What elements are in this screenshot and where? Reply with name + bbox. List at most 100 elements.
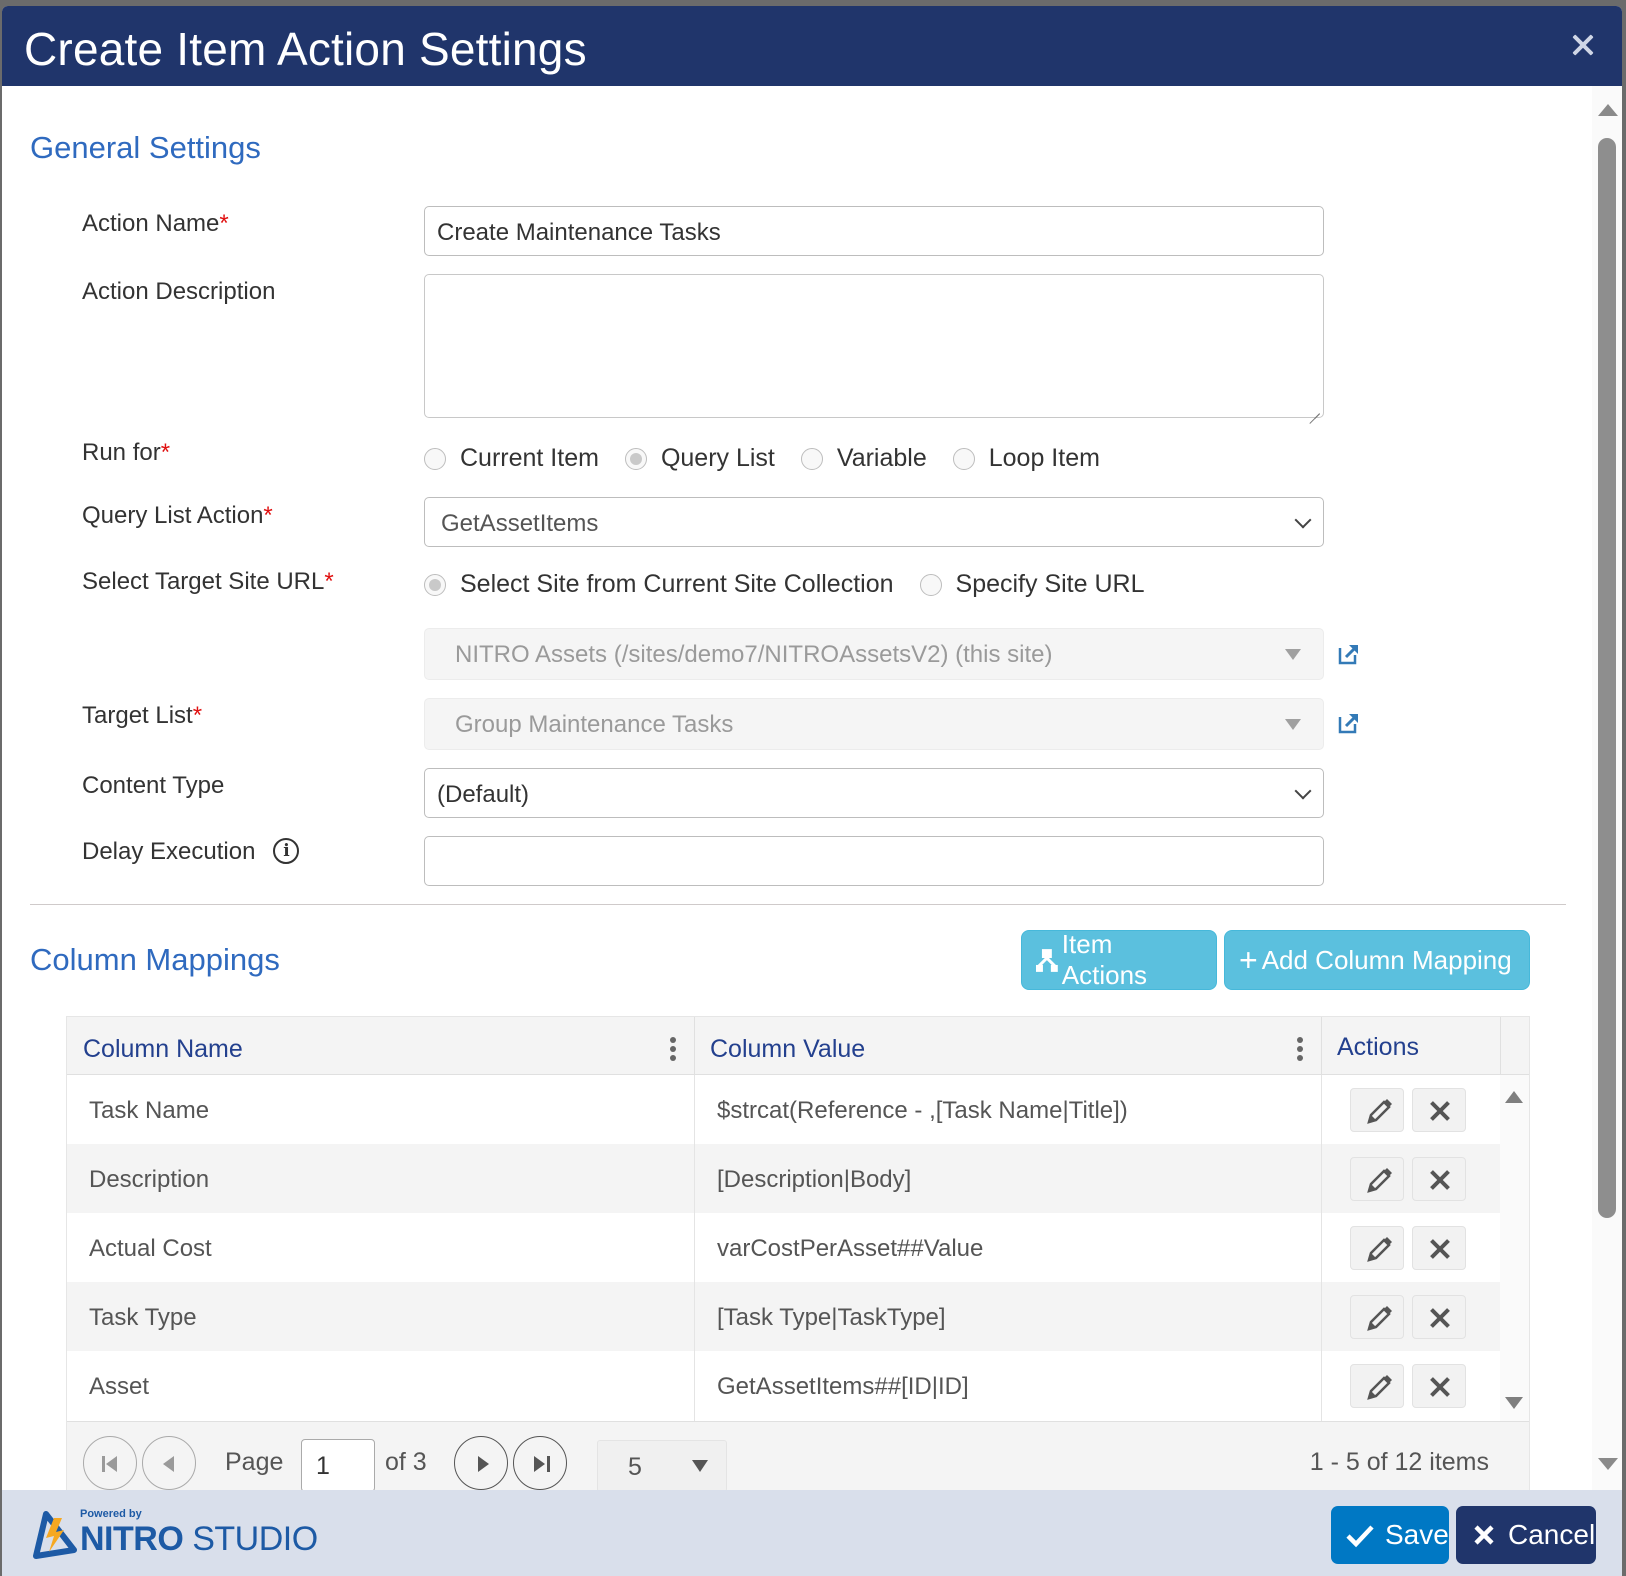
first-page-button[interactable] <box>83 1436 137 1490</box>
delay-execution-input[interactable] <box>424 836 1324 886</box>
radio-current-item[interactable]: Current Item <box>424 444 599 473</box>
page-number-value: 1 <box>316 1452 330 1480</box>
radio-query-list[interactable]: Query List <box>624 444 775 473</box>
item-actions-button[interactable]: Item Actions <box>1021 929 1217 990</box>
scroll-up-arrow-icon[interactable] <box>1598 104 1618 116</box>
pencil-icon <box>1367 1237 1392 1262</box>
scrollbar-thumb[interactable] <box>1598 138 1616 1218</box>
dialog-scrollbar[interactable] <box>1592 86 1622 1490</box>
save-button[interactable]: Save <box>1331 1506 1449 1564</box>
radio-label: Current Item <box>460 444 599 472</box>
column-divider <box>694 1075 695 1421</box>
radio-button[interactable] <box>919 573 942 596</box>
target-site-select[interactable]: NITRO Assets (/sites/demo7/NITROAssetsV2… <box>424 628 1324 680</box>
query-list-action-select[interactable]: GetAssetItems <box>424 497 1324 547</box>
scroll-down-arrow-icon[interactable] <box>1505 1397 1523 1409</box>
target-list-select[interactable]: Group Maintenance Tasks <box>424 698 1324 750</box>
edit-button[interactable] <box>1350 1226 1404 1270</box>
delete-button[interactable] <box>1412 1364 1466 1408</box>
edit-button[interactable] <box>1350 1295 1404 1339</box>
general-settings-heading: General Settings <box>30 130 261 165</box>
page-number-input[interactable]: 1 <box>301 1439 375 1492</box>
required-marker: * <box>219 210 229 237</box>
radio-button-checked[interactable] <box>424 573 446 596</box>
grid-scrollbar[interactable] <box>1500 1075 1529 1421</box>
brand-name: NITRO STUDIO <box>80 1520 318 1559</box>
radio-loop-item[interactable]: Loop Item <box>952 444 1100 473</box>
radio-button[interactable] <box>952 447 975 470</box>
radio-button[interactable] <box>800 447 823 470</box>
cancel-button[interactable]: Cancel <box>1456 1506 1596 1564</box>
column-divider <box>1321 1075 1322 1421</box>
column-header-value[interactable]: Column Value <box>710 1017 865 1075</box>
previous-page-icon <box>163 1456 174 1472</box>
chevron-down-icon <box>1294 511 1312 529</box>
radio-current-site-collection[interactable]: Select Site from Current Site Collection <box>424 570 894 599</box>
cancel-label: Cancel <box>1508 1519 1596 1550</box>
grid-header: Column Name Column Value Actions <box>67 1017 1529 1075</box>
action-name-input[interactable]: Create Maintenance Tasks <box>424 206 1324 256</box>
page-size-value: 5 <box>628 1453 642 1481</box>
cell-column-value: [Task Type|TaskType] <box>717 1304 946 1331</box>
page-size-select[interactable]: 5 <box>597 1440 727 1492</box>
target-site-radio-group: Select Site from Current Site Collection… <box>424 570 1170 599</box>
delete-button[interactable] <box>1412 1088 1466 1132</box>
cancel-x-icon <box>1474 1525 1494 1545</box>
resize-grip-icon[interactable] <box>1308 402 1320 414</box>
table-row: Description [Description|Body] <box>67 1144 1500 1213</box>
query-list-action-label: Query List Action* <box>82 502 273 530</box>
content-type-label: Content Type <box>82 772 225 799</box>
required-marker: * <box>160 439 171 466</box>
column-divider[interactable] <box>694 1017 695 1075</box>
target-site-url-label-text: Select Target Site URL <box>82 568 325 595</box>
cell-column-name: Description <box>89 1166 210 1193</box>
target-list-label: Target List* <box>82 702 202 730</box>
delete-button[interactable] <box>1412 1295 1466 1339</box>
caret-down-icon <box>1285 719 1301 730</box>
column-menu-icon[interactable] <box>1297 1037 1303 1063</box>
page-label: Page <box>225 1448 284 1476</box>
column-header-name[interactable]: Column Name <box>83 1017 243 1075</box>
radio-label: Loop Item <box>988 444 1100 472</box>
next-page-button[interactable] <box>454 1436 508 1490</box>
powered-by-text: Powered by <box>80 1508 142 1520</box>
scroll-down-arrow-icon[interactable] <box>1598 1458 1618 1470</box>
pencil-icon <box>1367 1375 1392 1400</box>
delete-button[interactable] <box>1412 1157 1466 1201</box>
column-divider <box>1500 1017 1501 1075</box>
radio-button-checked[interactable] <box>624 447 647 470</box>
delete-button[interactable] <box>1412 1226 1466 1270</box>
info-icon[interactable]: i <box>273 837 300 864</box>
edit-button[interactable] <box>1350 1364 1404 1408</box>
content-type-select[interactable]: (Default) <box>424 768 1324 818</box>
scroll-up-arrow-icon[interactable] <box>1505 1091 1523 1103</box>
open-external-link-icon[interactable] <box>1338 712 1360 734</box>
column-header-actions: Actions <box>1337 1033 1419 1061</box>
add-column-mapping-button[interactable]: + Add Column Mapping <box>1224 930 1530 990</box>
column-menu-icon[interactable] <box>670 1037 676 1063</box>
required-marker: * <box>324 568 334 595</box>
previous-page-button[interactable] <box>142 1436 196 1490</box>
items-count: 1 - 5 of 12 items <box>1309 1448 1489 1476</box>
delete-x-icon <box>1430 1377 1450 1397</box>
table-row: Asset GetAssetItems##[ID|ID] <box>67 1351 1500 1420</box>
table-row: Actual Cost varCostPerAsset##Value <box>67 1213 1500 1282</box>
delete-x-icon <box>1430 1239 1450 1259</box>
brand-light: STUDIO <box>192 1520 318 1558</box>
open-external-link-icon[interactable] <box>1338 643 1360 665</box>
last-page-button[interactable] <box>513 1436 567 1490</box>
edit-button[interactable] <box>1350 1088 1404 1132</box>
radio-label: Query List <box>660 444 775 472</box>
run-for-label: Run for* <box>82 439 170 467</box>
radio-specify-site-url[interactable]: Specify Site URL <box>919 570 1144 599</box>
content-type-value: (Default) <box>437 781 530 808</box>
radio-label: Select Site from Current Site Collection <box>460 570 894 598</box>
radio-variable[interactable]: Variable <box>800 444 927 473</box>
cell-column-name: Asset <box>89 1373 150 1400</box>
action-description-textarea[interactable] <box>424 274 1324 418</box>
close-icon[interactable] <box>1570 32 1596 58</box>
delay-execution-label: Delay Execution i <box>82 837 300 866</box>
edit-button[interactable] <box>1350 1157 1404 1201</box>
column-divider[interactable] <box>1321 1017 1322 1075</box>
radio-button[interactable] <box>424 447 446 470</box>
